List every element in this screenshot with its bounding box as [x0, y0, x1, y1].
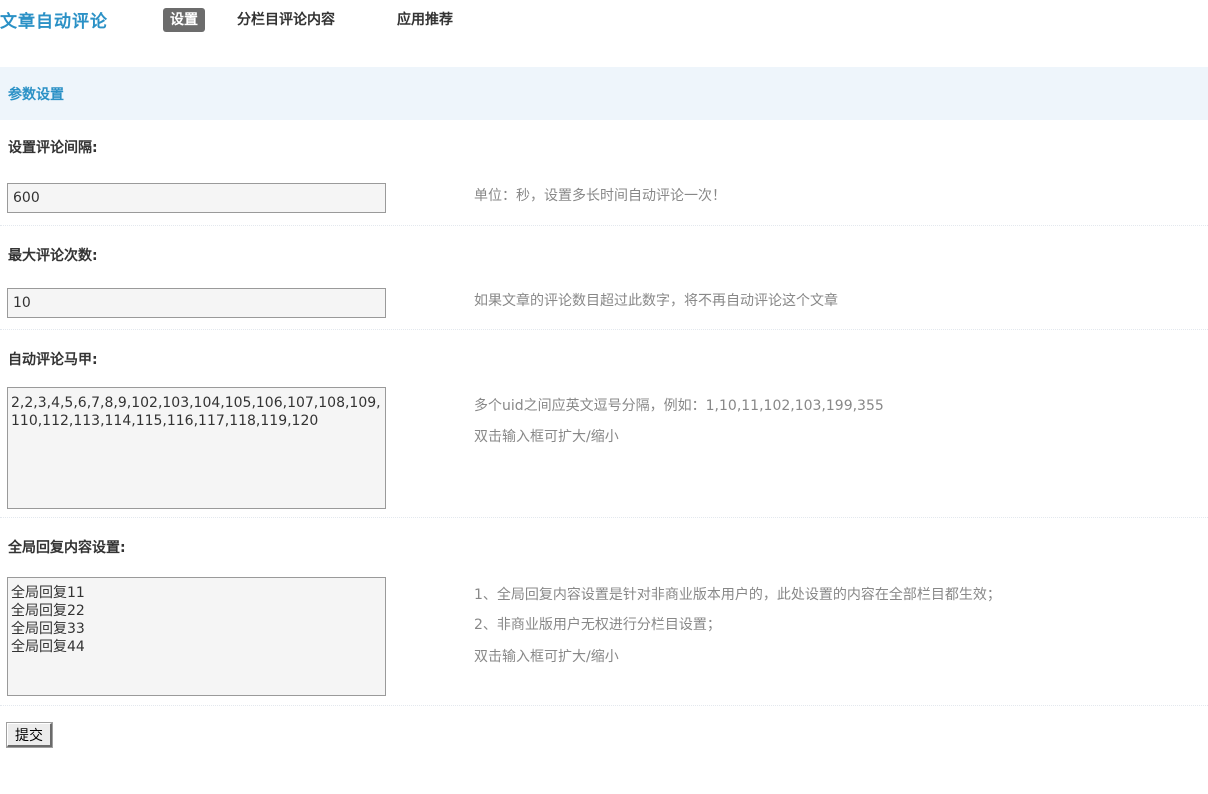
app-title: 文章自动评论	[0, 12, 108, 32]
row-divider	[0, 329, 1208, 330]
row-divider	[0, 705, 1208, 706]
tab-app-recommend[interactable]: 应用推荐	[397, 8, 453, 32]
max-comments-input[interactable]	[7, 288, 386, 318]
interval-label: 设置评论间隔:	[8, 140, 98, 156]
puppet-accounts-help: 多个uid之间应英文逗号分隔，例如：1,10,11,102,103,199,35…	[474, 398, 884, 414]
row-divider	[0, 225, 1208, 226]
global-reply-help-2: 2、非商业版用户无权进行分栏目设置；	[474, 617, 721, 633]
global-reply-help-3: 双击输入框可扩大/缩小	[474, 649, 619, 665]
header: 文章自动评论 设置 分栏目评论内容 应用推荐	[0, 0, 1208, 40]
global-reply-label: 全局回复内容设置:	[8, 540, 126, 556]
section-title: 参数设置	[8, 87, 64, 103]
settings-page: 文章自动评论 设置 分栏目评论内容 应用推荐 参数设置 设置评论间隔: 单位：秒…	[0, 0, 1208, 794]
tab-settings[interactable]: 设置	[163, 8, 205, 32]
global-reply-textarea[interactable]: 全局回复11 全局回复22 全局回复33 全局回复44	[7, 577, 386, 696]
max-comments-label: 最大评论次数:	[8, 248, 98, 264]
puppet-accounts-label: 自动评论马甲:	[8, 352, 98, 368]
submit-button[interactable]: 提交	[7, 723, 52, 747]
puppet-accounts-help-2: 双击输入框可扩大/缩小	[474, 429, 619, 445]
interval-input[interactable]	[7, 183, 386, 213]
puppet-accounts-textarea[interactable]: 2,2,3,4,5,6,7,8,9,102,103,104,105,106,10…	[7, 387, 386, 509]
global-reply-help-1: 1、全局回复内容设置是针对非商业版本用户的，此处设置的内容在全部栏目都生效；	[474, 587, 1001, 603]
interval-help: 单位：秒，设置多长时间自动评论一次！	[474, 188, 726, 204]
tab-category-comments[interactable]: 分栏目评论内容	[237, 8, 335, 32]
row-divider	[0, 517, 1208, 518]
section-header: 参数设置	[0, 67, 1208, 120]
max-comments-help: 如果文章的评论数目超过此数字，将不再自动评论这个文章	[474, 293, 838, 309]
